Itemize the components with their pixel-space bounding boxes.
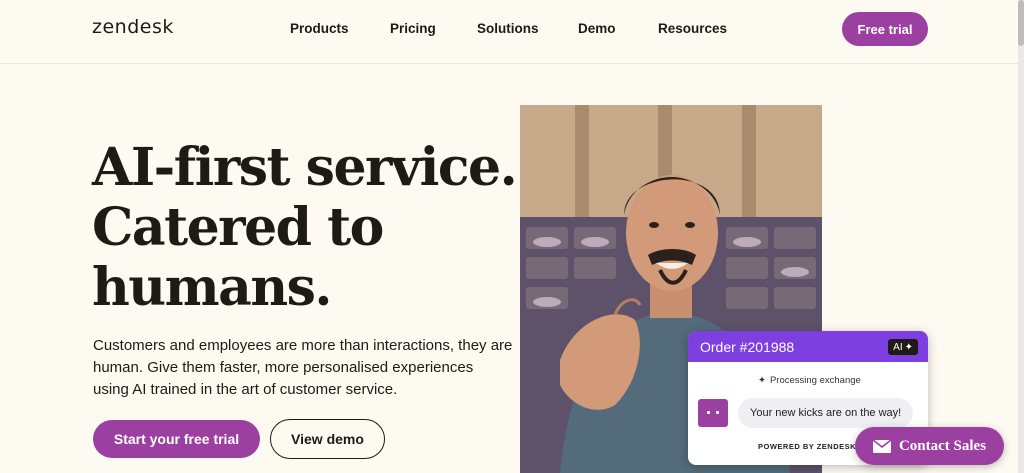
start-free-trial-button[interactable]: Start your free trial xyxy=(93,420,260,458)
hero-headline: AI-first service. Catered to humans. xyxy=(92,137,518,318)
top-navigation-bar: zendesk Products Pricing Solutions Demo … xyxy=(0,0,1018,64)
ai-badge-label: AI xyxy=(893,341,903,353)
ai-badge: AI ✦ xyxy=(888,339,918,355)
nav-solutions[interactable]: Solutions xyxy=(477,21,539,36)
contact-sales-button[interactable]: Contact Sales xyxy=(855,427,1004,465)
bot-avatar xyxy=(698,399,728,427)
headline-line-1: AI-first service. xyxy=(92,137,518,198)
processing-status: ✦ Processing exchange xyxy=(758,375,861,386)
nav-pricing[interactable]: Pricing xyxy=(390,21,436,36)
page-scrollbar[interactable] xyxy=(1018,0,1024,473)
zendesk-logo[interactable]: zendesk xyxy=(92,16,174,38)
headline-line-2: Catered to xyxy=(92,197,384,258)
scrollbar-thumb[interactable] xyxy=(1018,0,1024,46)
order-card-header: Order #201988 AI ✦ xyxy=(688,331,928,362)
contact-sales-label: Contact Sales xyxy=(898,437,987,454)
view-demo-button[interactable]: View demo xyxy=(270,419,385,459)
sparkle-icon: ✦ xyxy=(758,375,766,386)
mail-icon xyxy=(872,439,891,453)
sparkle-icon: ✦ xyxy=(904,341,913,353)
headline-line-3: humans. xyxy=(92,257,333,318)
hero-description: Customers and employees are more than in… xyxy=(93,337,513,398)
powered-by-label: POWERED BY ZENDESK A xyxy=(758,442,865,451)
nav-demo[interactable]: Demo xyxy=(578,21,616,36)
free-trial-button[interactable]: Free trial xyxy=(842,12,928,46)
processing-status-text: Processing exchange xyxy=(769,375,861,386)
order-number: Order #201988 xyxy=(700,339,795,355)
nav-resources[interactable]: Resources xyxy=(658,21,727,36)
chat-message-bubble: Your new kicks are on the way! xyxy=(738,398,914,428)
nav-products[interactable]: Products xyxy=(290,21,349,36)
